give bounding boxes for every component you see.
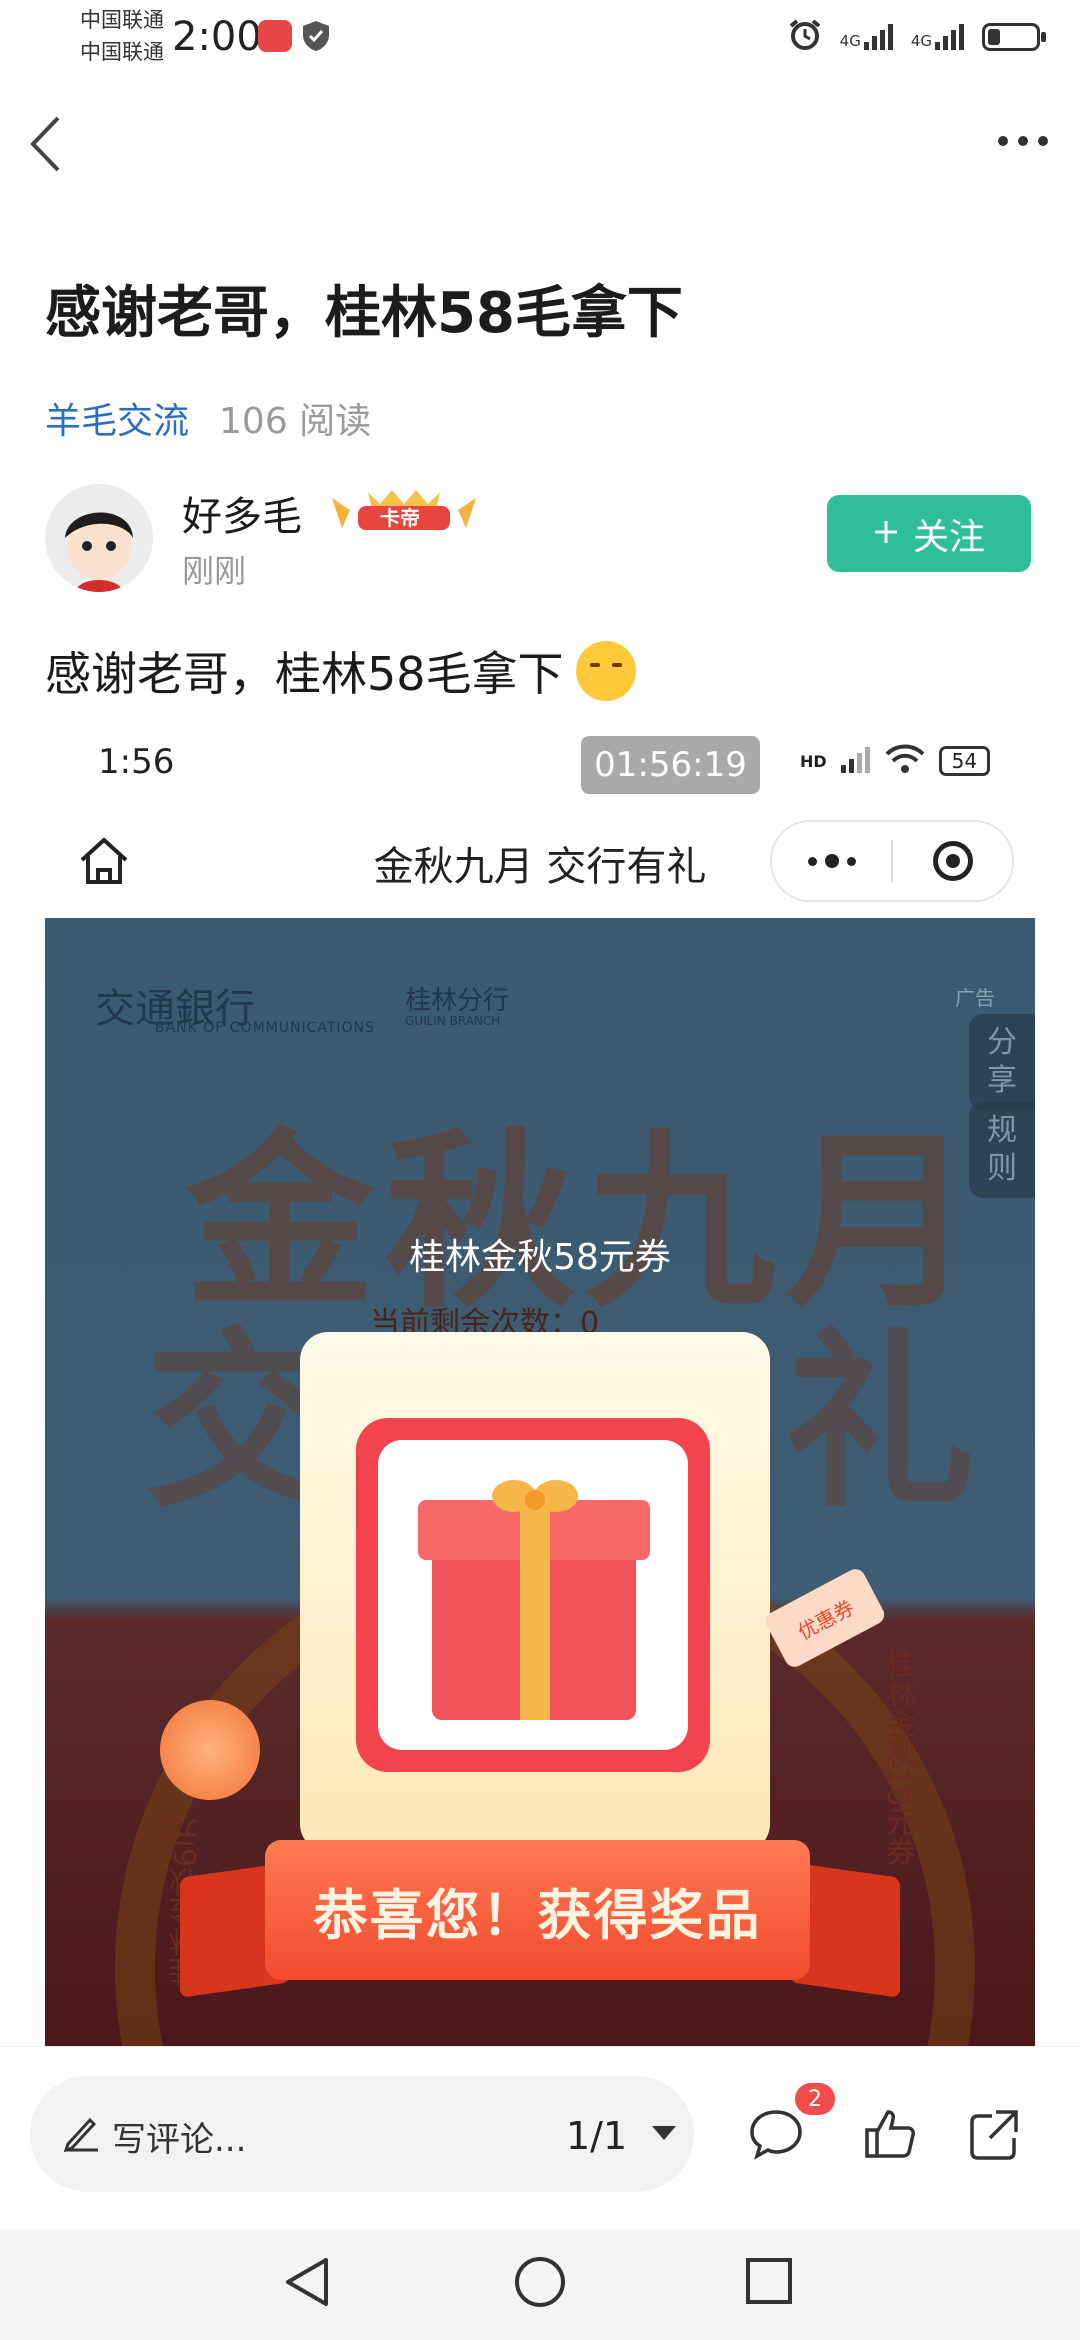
status-time: 2:00 — [172, 14, 262, 60]
more-options-icon[interactable] — [998, 136, 1048, 146]
rank-badge: 卡帝 — [328, 488, 480, 534]
avatar[interactable] — [45, 484, 153, 592]
recording-timer: 01:56:19 — [581, 736, 760, 794]
page-indicator[interactable]: 1/1 — [566, 2114, 627, 2158]
post-meta: 羊毛交流 106 阅读 — [45, 392, 371, 444]
signal-icon-2: 4G — [911, 24, 964, 50]
battery-icon — [982, 23, 1046, 51]
branch-name-en: GUILIN BRANCH — [405, 1014, 501, 1028]
embedded-status-time: 1:56 — [98, 742, 175, 782]
hd-label: HD — [800, 751, 827, 771]
bank-logo-en: BANK OF COMMUNICATIONS — [155, 1020, 375, 1036]
post-time: 刚刚 — [182, 552, 247, 590]
author-name[interactable]: 好多毛 — [182, 484, 302, 542]
post-title: 感谢老哥，桂林58毛拿下 — [45, 281, 683, 346]
app-notification-icon — [258, 20, 292, 52]
category-link[interactable]: 羊毛交流 — [45, 401, 189, 442]
embedded-battery-icon: 54 — [938, 746, 991, 776]
smirk-emoji-icon — [575, 641, 636, 701]
network-type-2: 4G — [910, 32, 932, 50]
prize-name: 桂林金秋58元券 — [409, 1237, 671, 1278]
rules-tab-label: 规则 — [987, 1113, 1017, 1186]
share-tab[interactable]: 分享 — [969, 1014, 1035, 1110]
congrats-ribbon: 恭喜您！获得奖品 — [265, 1840, 810, 1980]
capsule-more-icon[interactable] — [772, 854, 891, 868]
gift-ribbon — [520, 1500, 550, 1720]
carrier-2: 中国联通 — [80, 40, 164, 64]
pencil-icon — [62, 2112, 102, 2153]
carrier-1: 中国联通 — [80, 8, 164, 32]
alarm-icon — [788, 18, 822, 56]
like-icon[interactable] — [862, 2106, 918, 2162]
nav-recents-icon[interactable] — [744, 2256, 794, 2306]
follow-button[interactable]: 关注 — [827, 495, 1031, 572]
post-body-text: 感谢老哥，桂林58毛拿下 — [45, 647, 564, 701]
read-count: 106 阅读 — [219, 401, 372, 442]
share-tab-label: 分享 — [987, 1025, 1017, 1098]
badge-label: 卡帝 — [380, 506, 420, 530]
comment-placeholder[interactable]: 写评论... — [112, 2112, 246, 2161]
caret-down-icon[interactable] — [652, 2126, 676, 2140]
share-icon[interactable] — [966, 2106, 1022, 2162]
ad-label: 广告 — [955, 986, 995, 1010]
status-icons: 4G 4G — [788, 18, 1046, 56]
signal-icon-1: 4G — [840, 24, 893, 50]
branch-name: 桂林分行 — [405, 986, 510, 1016]
mini-program-capsule[interactable] — [770, 820, 1014, 902]
network-type-1: 4G — [839, 32, 861, 50]
headline-2-right: 礼 — [785, 1312, 976, 1533]
embedded-signal-icon — [840, 745, 871, 777]
post-body: 感谢老哥，桂林58毛拿下 — [45, 638, 636, 704]
comment-count-badge: 2 — [795, 2083, 835, 2115]
gift-bow-icon — [490, 1470, 580, 1520]
follow-label: 关注 — [912, 516, 985, 558]
embedded-status-icons: HD 54 — [800, 744, 991, 778]
comment-icon[interactable] — [748, 2106, 804, 2162]
nav-home-icon[interactable] — [512, 2254, 568, 2310]
side-prize-right: 桂林金秋10元券 — [880, 1648, 915, 1867]
plus-icon — [873, 513, 899, 554]
nav-back-icon[interactable] — [282, 2254, 334, 2310]
wifi-icon — [885, 744, 925, 778]
shield-icon — [302, 20, 330, 52]
capsule-close-icon[interactable] — [893, 841, 1012, 881]
rules-tab[interactable]: 规则 — [969, 1102, 1035, 1198]
back-icon[interactable] — [28, 114, 62, 174]
